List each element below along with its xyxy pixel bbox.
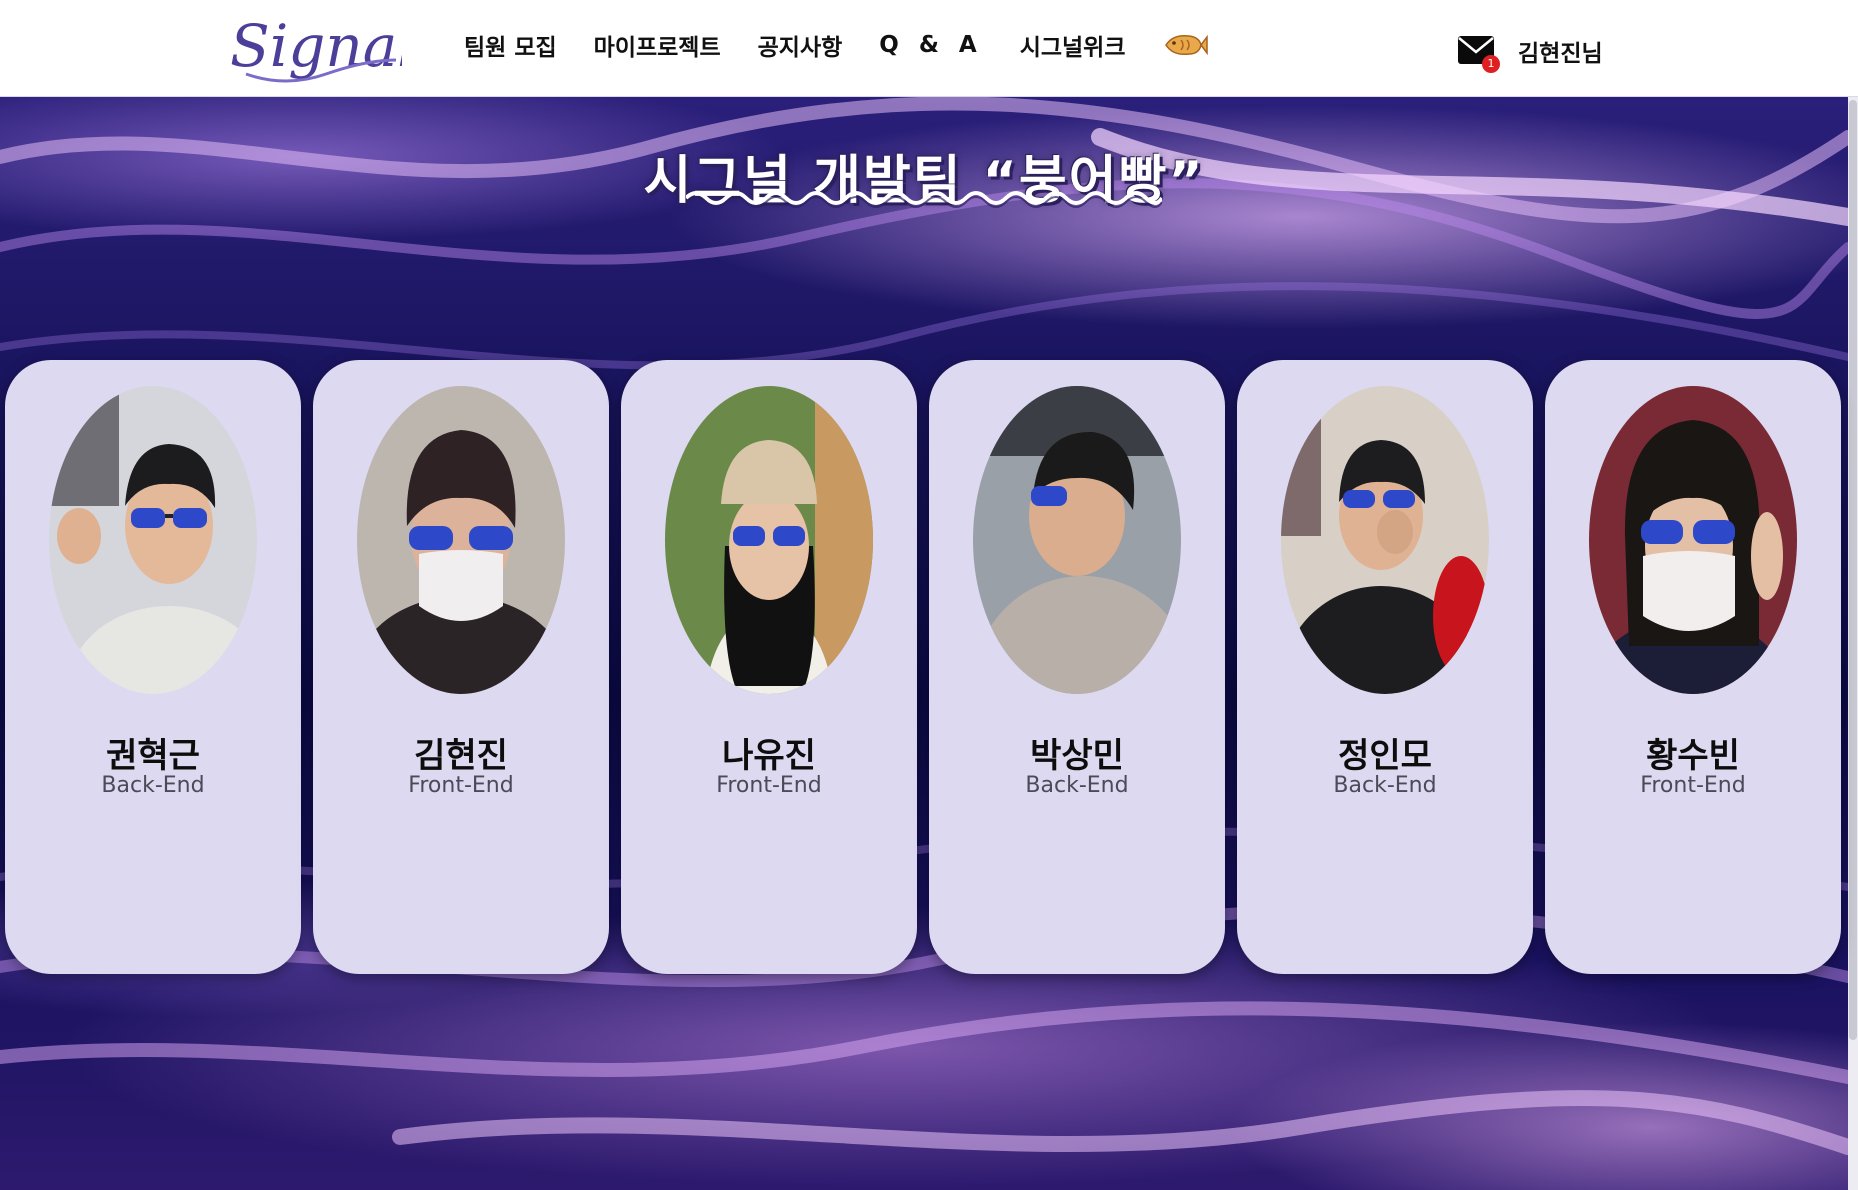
member-photo — [49, 386, 257, 694]
member-photo — [973, 386, 1181, 694]
nav-my-project[interactable]: 마이프로젝트 — [594, 28, 721, 62]
member-name: 황수빈 — [1646, 736, 1740, 776]
top-navbar: Signal 팀원 모집 마이프로젝트 공지사항 Q & A 시그널위크 1 김… — [0, 0, 1858, 97]
notification-badge: 1 — [1482, 55, 1500, 73]
member-name: 권혁근 — [106, 736, 200, 776]
person-photo-icon — [665, 386, 873, 694]
member-name: 나유진 — [722, 736, 816, 776]
nav-signal-week[interactable]: 시그널위크 — [1020, 28, 1126, 62]
member-role: Back-End — [101, 773, 205, 798]
member-card[interactable]: 박상민 Back-End — [929, 360, 1225, 974]
member-name: 박상민 — [1030, 736, 1124, 776]
member-name: 정인모 — [1338, 736, 1432, 776]
member-card[interactable]: 황수빈 Front-End — [1545, 360, 1841, 974]
member-photo — [1589, 386, 1797, 694]
member-photo — [665, 386, 873, 694]
scrollbar-thumb[interactable] — [1849, 100, 1857, 1040]
member-card[interactable]: 정인모 Back-End — [1237, 360, 1533, 974]
member-photo — [1281, 386, 1489, 694]
main-nav: 팀원 모집 마이프로젝트 공지사항 Q & A 시그널위크 — [464, 28, 1209, 62]
nav-team-recruit[interactable]: 팀원 모집 — [464, 28, 557, 62]
nav-qna[interactable]: Q & A — [879, 32, 982, 58]
user-menu[interactable]: 김현진님 — [1518, 34, 1603, 68]
member-role: Back-End — [1025, 773, 1129, 798]
person-photo-icon — [973, 386, 1181, 694]
logo-text: Signal — [230, 12, 402, 80]
nav-notice[interactable]: 공지사항 — [758, 28, 843, 62]
member-card[interactable]: 나유진 Front-End — [621, 360, 917, 974]
person-photo-icon — [1589, 386, 1797, 694]
person-photo-icon — [1281, 386, 1489, 694]
member-role: Front-End — [716, 773, 822, 798]
member-photo — [357, 386, 565, 694]
member-card[interactable]: 김현진 Front-End — [313, 360, 609, 974]
member-role: Front-End — [1640, 773, 1746, 798]
member-role: Front-End — [408, 773, 514, 798]
member-name: 김현진 — [414, 736, 508, 776]
person-photo-icon — [49, 386, 257, 694]
bungeoppang-icon[interactable] — [1163, 32, 1209, 58]
title-underline-wave — [686, 191, 1162, 208]
member-role: Back-End — [1333, 773, 1437, 798]
person-photo-icon — [357, 386, 565, 694]
signal-logo[interactable]: Signal — [226, 4, 402, 94]
member-card[interactable]: 권혁근 Back-End — [5, 360, 301, 974]
